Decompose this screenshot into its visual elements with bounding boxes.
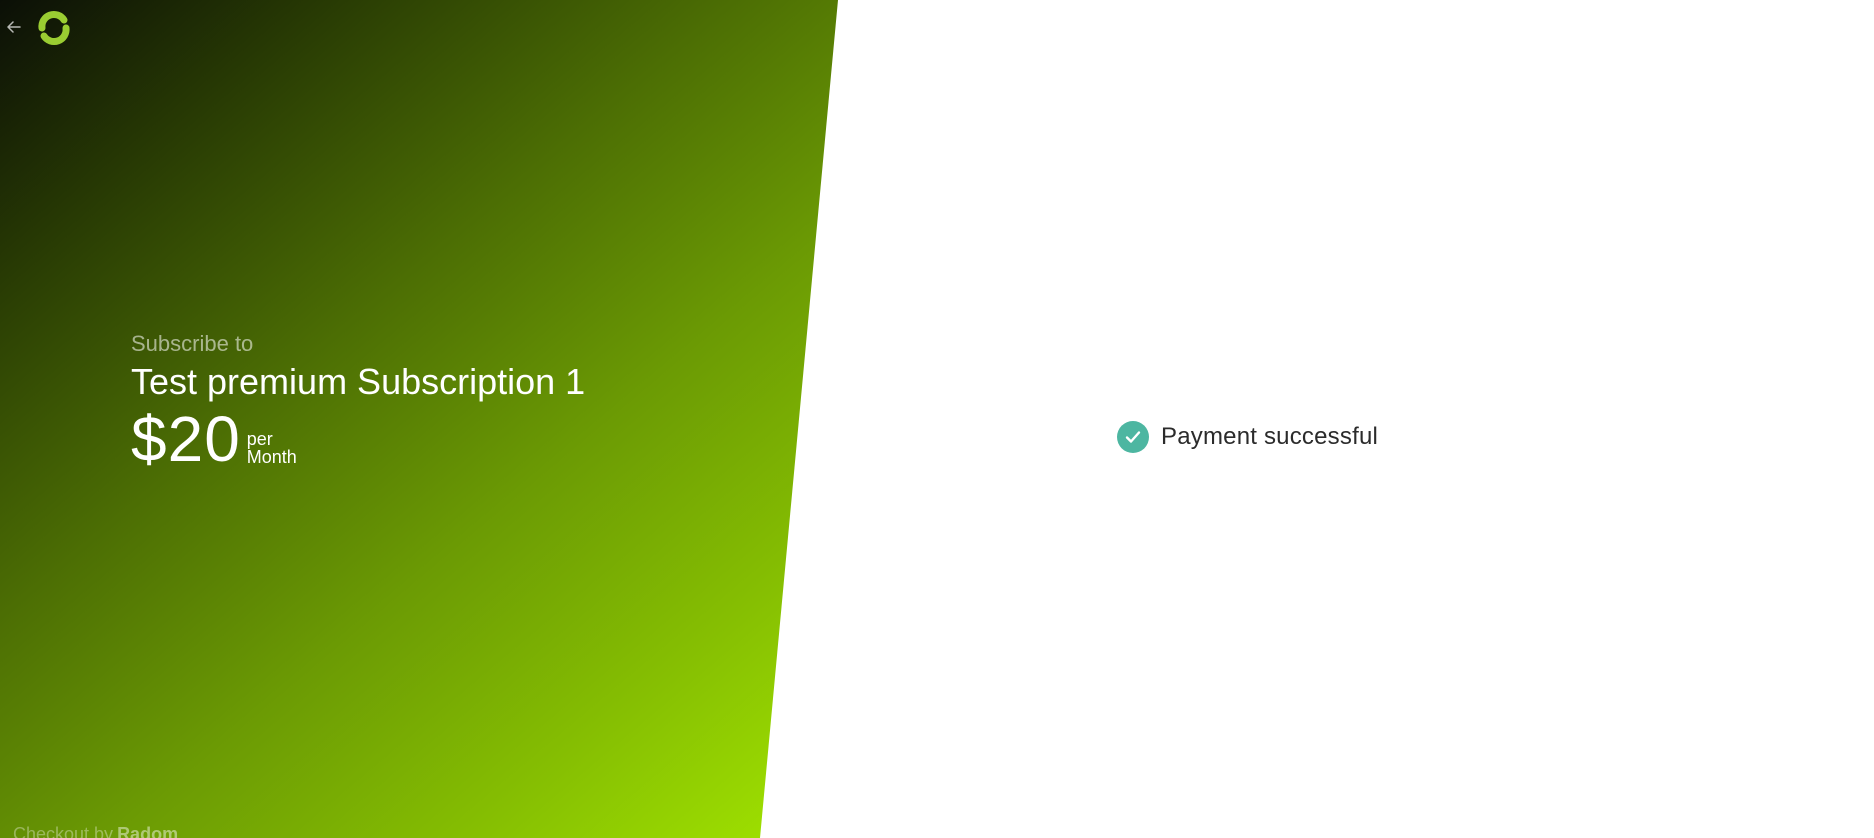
arrow-left-icon — [7, 21, 21, 33]
period-unit: Month — [246, 447, 297, 467]
price-row: $20 per Month — [131, 406, 585, 472]
back-button[interactable] — [4, 17, 24, 37]
footer-brand-link[interactable]: Radom — [117, 824, 178, 838]
check-circle-icon — [1117, 421, 1149, 453]
billing-period: per Month — [247, 430, 297, 466]
product-name: Test premium Subscription 1 — [131, 361, 586, 402]
checkout-page: Subscribe to Test premium Subscription 1… — [0, 0, 1874, 838]
product-summary: Subscribe to Test premium Subscription 1… — [131, 330, 585, 472]
payment-status: Payment successful — [1117, 421, 1378, 453]
footer-prefix: Checkout by — [13, 824, 114, 838]
payment-status-text: Payment successful — [1161, 423, 1379, 450]
radom-logo-icon — [36, 10, 72, 46]
subscribe-label: Subscribe to — [131, 331, 254, 356]
checkout-footer: Checkout by Radom — [13, 824, 178, 838]
price-amount: $20 — [131, 403, 241, 475]
period-prefix: per — [246, 429, 273, 449]
